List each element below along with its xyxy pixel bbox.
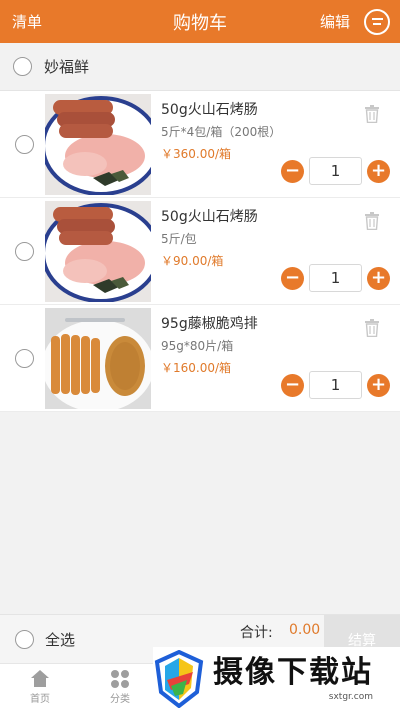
item-info: 95g藤椒脆鸡排 95g*80片/箱 ￥160.00/箱: [161, 314, 361, 378]
product-image-sausage[interactable]: [45, 201, 151, 302]
select-all-label[interactable]: 全选: [45, 629, 75, 650]
increase-button[interactable]: +: [367, 373, 390, 397]
tab-home[interactable]: 首页: [10, 670, 70, 705]
increase-button[interactable]: +: [367, 159, 390, 183]
trash-icon[interactable]: [364, 105, 380, 123]
watermark: 摄像下载站 sxtgr.com: [153, 647, 400, 711]
category-icon: [111, 670, 129, 688]
tab-category[interactable]: 分类: [90, 670, 150, 705]
shop-name: 妙福鲜: [44, 58, 90, 76]
quantity-stepper: − 1 +: [281, 157, 390, 185]
item-spec: 5斤/包: [161, 232, 197, 246]
product-image-sausage[interactable]: [45, 94, 151, 195]
quantity-stepper: − 1 +: [281, 371, 390, 399]
product-image-chicken-cutlet[interactable]: [45, 308, 151, 409]
home-icon: [31, 670, 49, 688]
watermark-url: sxtgr.com: [328, 692, 373, 702]
item-name: 50g火山石烤肠: [161, 102, 258, 118]
item-spec: 5斤*4包/箱（200根）: [161, 125, 282, 139]
watermark-logo: [154, 650, 204, 708]
header-actions: 编辑: [320, 8, 390, 35]
shop-select-radio[interactable]: [13, 57, 32, 76]
top-nav-bar: 清单 购物车 编辑: [0, 0, 400, 43]
cart-item: 95g藤椒脆鸡排 95g*80片/箱 ￥160.00/箱 − 1 +: [0, 305, 400, 412]
total-value: 0.00: [289, 622, 321, 638]
cart-item: 50g火山石烤肠 5斤*4包/箱（200根） ￥360.00/箱 − 1 +: [0, 91, 400, 198]
cart-item: 50g火山石烤肠 5斤/包 ￥90.00/箱 − 1 +: [0, 198, 400, 305]
decrease-button[interactable]: −: [281, 266, 304, 290]
decrease-button[interactable]: −: [281, 159, 304, 183]
item-info: 50g火山石烤肠 5斤/包 ￥90.00/箱: [161, 207, 361, 271]
item-select-radio[interactable]: [15, 242, 34, 261]
item-spec: 95g*80片/箱: [161, 339, 234, 353]
item-info: 50g火山石烤肠 5斤*4包/箱（200根） ￥360.00/箱: [161, 100, 361, 164]
list-button[interactable]: 清单: [12, 11, 42, 32]
trash-icon[interactable]: [364, 212, 380, 230]
tab-home-label: 首页: [30, 694, 50, 705]
shop-header: 妙福鲜: [0, 43, 400, 91]
trash-icon[interactable]: [364, 319, 380, 337]
select-all-radio[interactable]: [15, 629, 34, 649]
quantity-stepper: − 1 +: [281, 264, 390, 292]
total-label: 合计:: [240, 625, 273, 641]
tab-category-label: 分类: [110, 694, 130, 705]
item-name: 50g火山石烤肠: [161, 209, 258, 225]
quantity-field[interactable]: 1: [309, 264, 362, 292]
decrease-button[interactable]: −: [281, 373, 304, 397]
watermark-title: 摄像下载站: [213, 655, 373, 690]
quantity-field[interactable]: 1: [309, 371, 362, 399]
item-select-radio[interactable]: [15, 349, 34, 368]
increase-button[interactable]: +: [367, 266, 390, 290]
watermark-text: 摄像下载站 sxtgr.com: [213, 655, 373, 703]
cart-item-list: 50g火山石烤肠 5斤*4包/箱（200根） ￥360.00/箱 − 1 + 5…: [0, 91, 400, 412]
quantity-field[interactable]: 1: [309, 157, 362, 185]
item-name: 95g藤椒脆鸡排: [161, 316, 258, 332]
edit-button[interactable]: 编辑: [320, 11, 350, 32]
chat-icon[interactable]: [364, 8, 390, 35]
item-select-radio[interactable]: [15, 135, 34, 154]
